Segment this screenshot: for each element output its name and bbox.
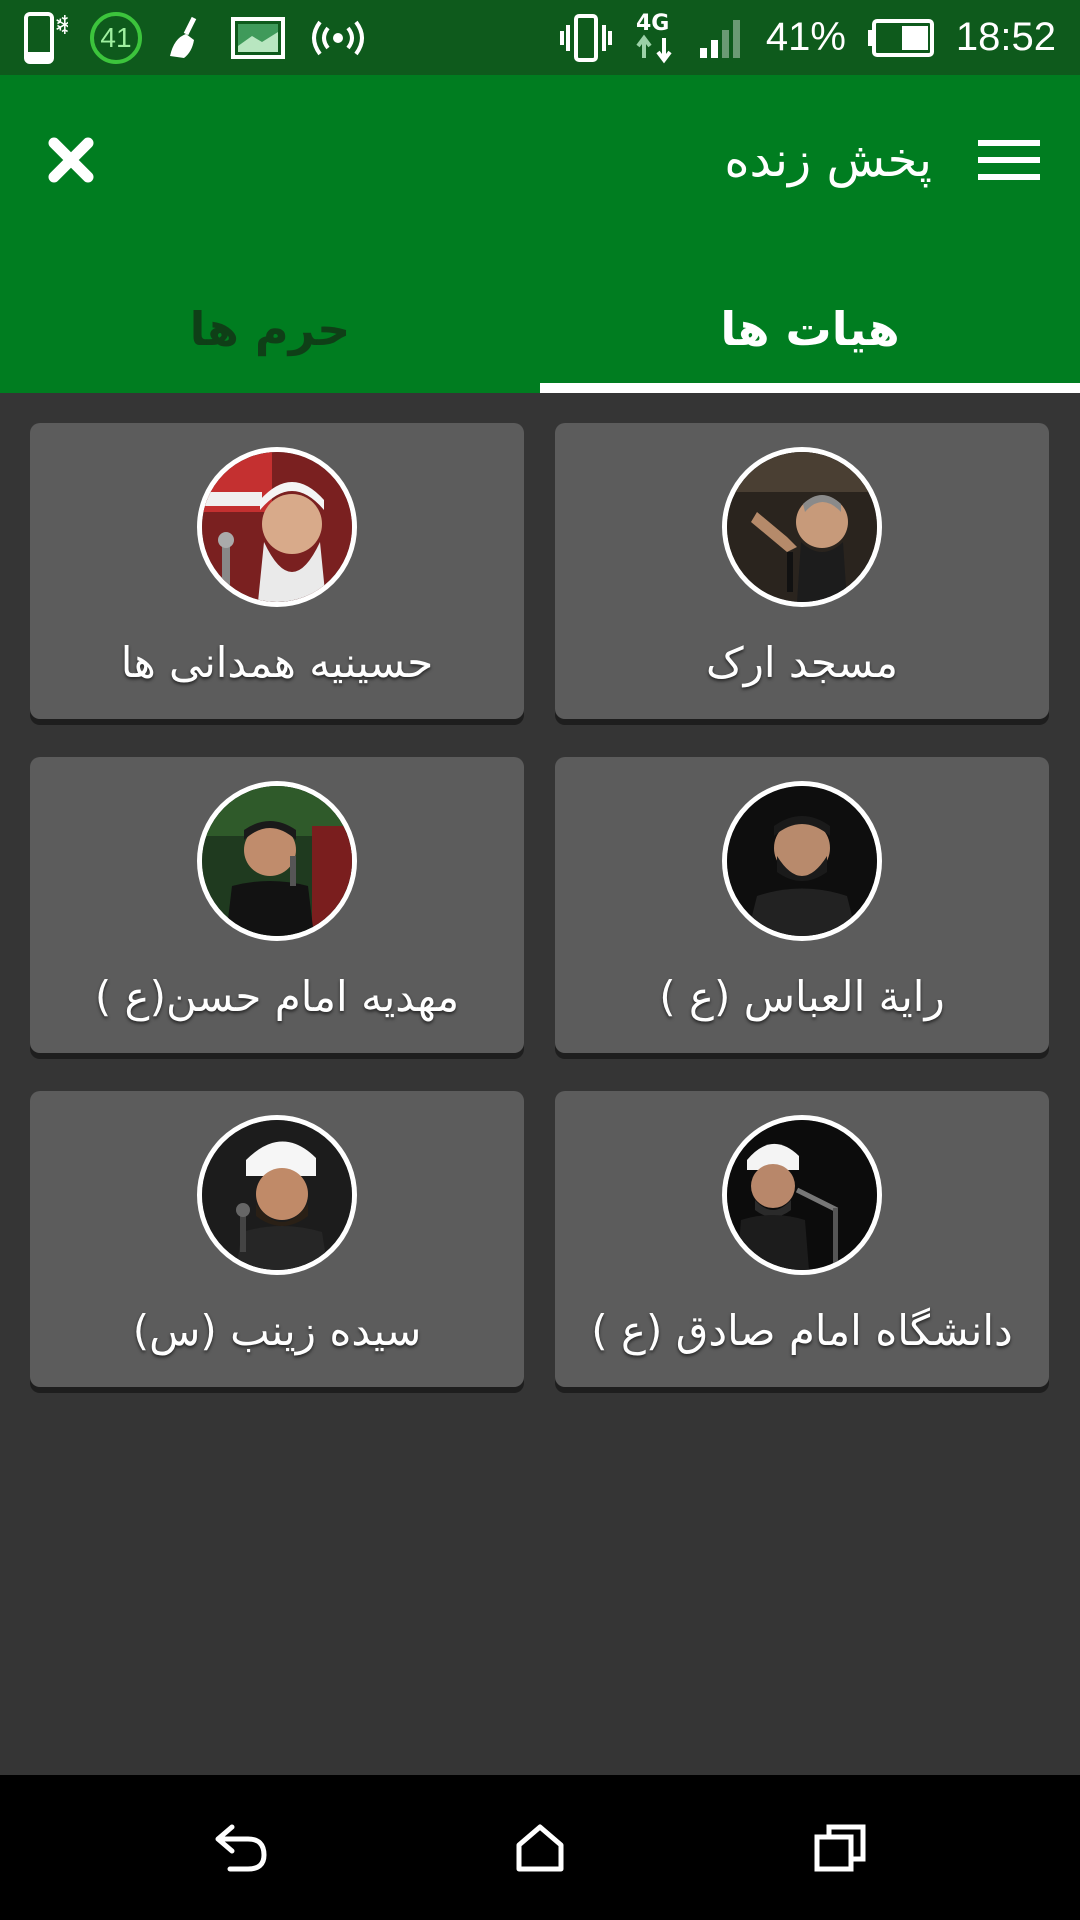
card-imam-sadegh-university[interactable]: دانشگاه امام صادق (ع ) [555,1091,1049,1387]
back-button[interactable] [200,1815,280,1885]
card-label: حسینیه همدانی ها [120,638,434,687]
battery-icon [866,18,936,58]
card-label: مهدیه امام حسن(ع ) [94,972,460,1021]
vibrate-icon [558,13,614,63]
avatar [722,447,882,607]
menu-icon [978,138,1040,186]
tab-heyat[interactable]: هیات ها [540,270,1080,388]
card-masjed-ark[interactable]: مسجد ارک [555,423,1049,719]
avatar [197,781,357,941]
close-icon [46,135,96,189]
status-bar: ❄ 41 4G 41% 18:52 [0,0,1080,75]
close-button[interactable] [36,127,106,197]
card-rayat-alabbas[interactable]: راية العباس (ع ) [555,757,1049,1053]
back-icon [212,1823,268,1877]
battery-percent: 41% [765,15,846,59]
tab-haram[interactable]: حرم ها [0,270,540,388]
home-button[interactable] [500,1815,580,1885]
image-icon [230,16,286,60]
network-type-label: 4G [636,11,669,36]
card-label: مسجد ارک [705,638,898,687]
card-label: راية العباس (ع ) [659,972,945,1021]
network-4g-icon: 4G [634,8,678,68]
signal-icon [698,16,746,60]
card-seyyedeh-zeynab[interactable]: سیده زینب (س) [30,1091,524,1387]
hotspot-icon [308,16,368,60]
menu-button[interactable] [974,129,1044,195]
card-label: سیده زینب (س) [132,1306,422,1355]
recents-button[interactable] [800,1815,880,1885]
phone-snowflake-icon: ❄ [24,8,68,68]
card-label: دانشگاه امام صادق (ع ) [591,1306,1013,1355]
avatar [722,1115,882,1275]
active-tab-indicator [540,383,1080,393]
svg-text:❄: ❄ [54,11,68,41]
card-mahdieh-imam-hasan[interactable]: مهدیه امام حسن(ع ) [30,757,524,1053]
page-title: پخش زنده [724,132,932,188]
home-icon [515,1823,565,1877]
recents-icon [813,1823,867,1877]
clock: 18:52 [955,15,1056,59]
app-bar: پخش زنده هیات ها حرم ها [0,75,1080,393]
notification-count-badge: 41 [90,11,142,64]
card-hosseinieh-hamedani[interactable]: حسینیه همدانی ها [30,423,524,719]
navigation-bar [0,1775,1080,1920]
avatar [197,1115,357,1275]
avatar [722,781,882,941]
avatar [197,447,357,607]
broom-icon [164,16,208,60]
